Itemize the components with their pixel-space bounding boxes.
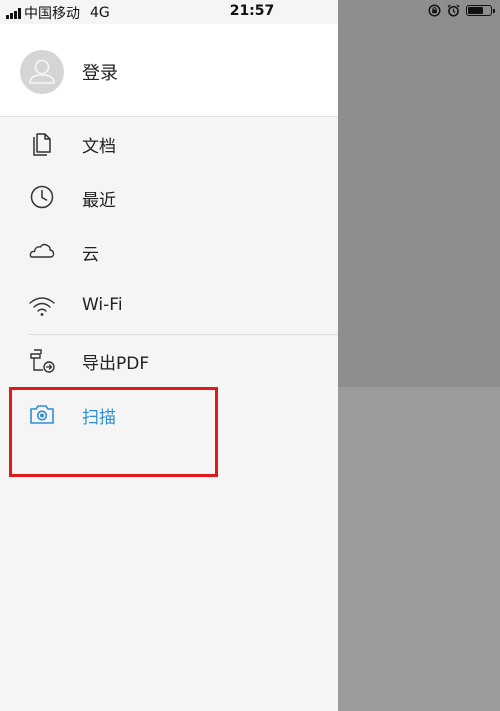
menu-label-wifi: Wi-Fi xyxy=(82,295,123,315)
menu-item-recent[interactable]: 最近 xyxy=(0,170,338,224)
annotation-highlight-box xyxy=(9,387,218,477)
status-time: 21:57 xyxy=(229,3,275,19)
menu-item-export-pdf[interactable]: 导出PDF xyxy=(0,333,338,387)
user-icon xyxy=(29,59,55,84)
clock-icon xyxy=(30,185,54,209)
menu-label-cloud: 云 xyxy=(82,245,99,265)
export-pdf-icon xyxy=(30,349,55,373)
navigation-drawer: 登录 文档 最近 云 Wi-Fi 导出PDF 扫描 xyxy=(0,0,338,711)
wifi-icon xyxy=(29,297,55,316)
dimmed-overlay-bottom[interactable] xyxy=(338,387,500,711)
menu-item-wifi[interactable]: Wi-Fi xyxy=(0,279,338,333)
menu-label-export-pdf: 导出PDF xyxy=(82,354,150,374)
avatar[interactable] xyxy=(20,50,64,94)
document-icon xyxy=(33,133,51,156)
cloud-icon xyxy=(29,243,55,258)
alarm-icon xyxy=(447,4,460,17)
dimmed-overlay-top[interactable] xyxy=(338,0,500,387)
account-header[interactable]: 登录 xyxy=(0,24,338,117)
status-bar: 中国移动 4G 21:57 xyxy=(0,0,500,24)
menu-item-cloud[interactable]: 云 xyxy=(0,224,338,278)
login-label[interactable]: 登录 xyxy=(82,59,118,85)
menu-label-recent: 最近 xyxy=(82,191,116,211)
menu-label-documents: 文档 xyxy=(82,137,116,157)
battery-icon xyxy=(466,5,495,16)
orientation-lock-icon xyxy=(428,4,441,17)
menu-item-documents[interactable]: 文档 xyxy=(0,116,338,170)
